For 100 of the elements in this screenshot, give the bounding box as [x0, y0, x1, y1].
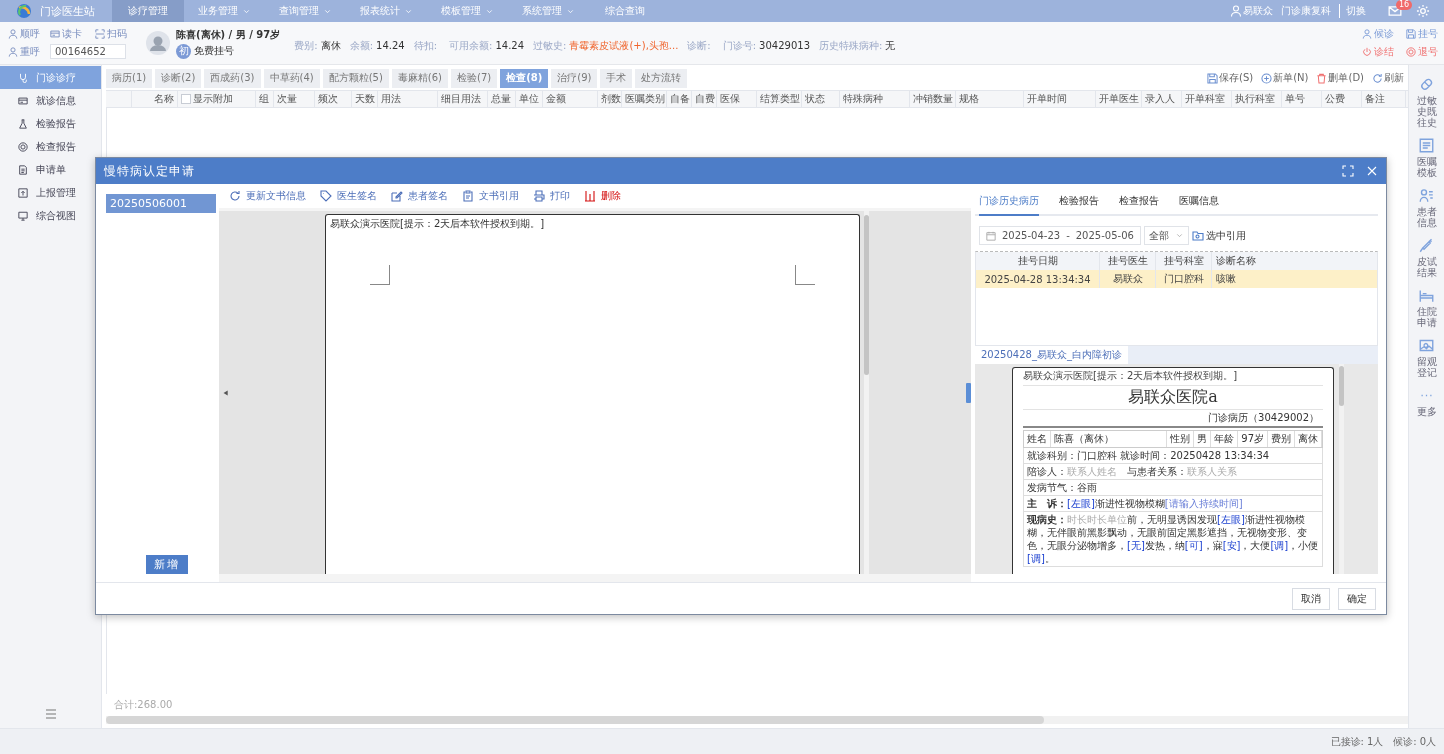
order-action-button[interactable]: 新单(N): [1261, 71, 1309, 85]
quote-button[interactable]: 选中引用: [1191, 228, 1246, 243]
app-title: 门诊医生站: [40, 3, 95, 19]
sidebar-item[interactable]: 检查报告: [0, 135, 101, 158]
save-icon: [1406, 29, 1416, 39]
history-tab[interactable]: 检查报告: [1119, 192, 1159, 216]
menu-icon[interactable]: [44, 708, 57, 720]
card-number-field[interactable]: 00164652: [50, 44, 126, 59]
scrollbar[interactable]: [1339, 364, 1344, 574]
column-header: 用法: [381, 92, 401, 106]
document-toolbar-button[interactable]: 更新文书信息: [229, 189, 306, 203]
order-action-button[interactable]: 删单(D): [1316, 71, 1364, 85]
order-tab[interactable]: 检验(7): [451, 68, 498, 88]
close-button[interactable]: [1366, 165, 1378, 177]
order-action-button[interactable]: 刷新: [1372, 71, 1404, 85]
order-tab[interactable]: 处方流转: [635, 68, 688, 88]
column-header: 自备: [670, 92, 690, 106]
field-label: 可用余额:: [449, 40, 493, 51]
column-header: 频次: [318, 92, 338, 106]
date-range-field[interactable]: 2025-04-23 - 2025-05-06: [979, 226, 1141, 245]
userlist-icon: [1419, 188, 1434, 203]
order-tab[interactable]: 毒麻精(6): [391, 68, 449, 88]
info-cell: 离休: [1295, 431, 1322, 447]
column-header: 单位: [519, 92, 539, 106]
document-toolbar-button[interactable]: 打印: [533, 189, 570, 203]
column-header: 开单医生: [1099, 92, 1139, 106]
filter-select[interactable]: 全部: [1143, 226, 1189, 245]
column-header: 金额: [546, 92, 566, 106]
order-tab[interactable]: 病历(1): [106, 68, 153, 88]
column-header: 医保: [720, 92, 740, 106]
close-icon: [1366, 165, 1378, 177]
side-tool-button[interactable]: 皮试结果: [1416, 238, 1437, 278]
patient-action-button[interactable]: 诊结: [1362, 45, 1394, 59]
table-row[interactable]: 2025-04-28 13:34:34 易联众 门口腔科 咳嗽: [976, 270, 1377, 288]
document-toolbar-button[interactable]: 患者签名: [391, 189, 448, 203]
record-line: 就诊科别：门口腔科 就诊时间：20250428 13:34:34: [1023, 448, 1323, 464]
record-line: 主 诉：[左眼]渐进性视物模糊[请输入持续时间]: [1023, 496, 1323, 512]
history-tab[interactable]: 检验报告: [1059, 192, 1099, 216]
side-tool-button[interactable]: 留观登记: [1416, 338, 1437, 378]
order-tab[interactable]: 西成药(3): [204, 68, 261, 88]
patient-action-button[interactable]: 候诊: [1362, 27, 1394, 41]
table-cell: 易联众: [1100, 270, 1156, 288]
column-header: 特殊病种: [843, 92, 883, 106]
sidebar-item[interactable]: 申请单: [0, 158, 101, 181]
scrollbar[interactable]: [864, 211, 869, 574]
document-toolbar-button[interactable]: 删除: [584, 189, 621, 203]
order-action-button[interactable]: 保存(S): [1207, 71, 1254, 85]
order-tab[interactable]: 手术: [600, 68, 633, 88]
sidebar-item[interactable]: 综合视图: [0, 204, 101, 227]
upload-icon: [18, 187, 28, 198]
monitor-icon: [18, 210, 28, 221]
stethoscope-icon: [18, 72, 28, 83]
sidebar-item[interactable]: 检验报告: [0, 112, 101, 135]
document-tab[interactable]: 20250428_易联众_白内障初诊: [975, 346, 1128, 364]
field-value: 14.24: [495, 40, 525, 51]
checkbox[interactable]: [181, 94, 191, 104]
expand-icon: [1342, 165, 1354, 177]
sidebar-item[interactable]: 上报管理: [0, 181, 101, 204]
column-header: 细目用法: [441, 92, 481, 106]
history-tab[interactable]: 医嘱信息: [1179, 192, 1219, 216]
nav-menu-item[interactable]: 诊疗管理: [112, 0, 184, 22]
gear-icon: [1416, 4, 1430, 18]
toolbar-button[interactable]: 重呼: [8, 44, 44, 59]
order-tab[interactable]: 治疗(9): [551, 68, 598, 88]
column-header: 录入人: [1145, 92, 1175, 106]
history-tab[interactable]: 门诊历史病历: [979, 192, 1039, 216]
user-name: 易联众: [1243, 4, 1273, 18]
sidebar-item[interactable]: 就诊信息: [0, 89, 101, 112]
field-label: 历史特殊病种:: [819, 40, 883, 51]
toolbar-button[interactable]: 读卡: [50, 27, 89, 41]
patient-action-button[interactable]: 挂号: [1406, 27, 1438, 41]
toolbar-button[interactable]: 扫码: [95, 27, 134, 41]
order-tab[interactable]: 配方颗粒(5): [322, 68, 389, 88]
column-header: 医嘱类别: [625, 92, 665, 106]
toolbar-button[interactable]: 顺呼: [8, 27, 44, 41]
resize-handle[interactable]: [966, 382, 971, 403]
document-header: 易联众演示医院[提示：2天后本软件授权到期。]: [1023, 369, 1239, 383]
notification-badge: 16: [1396, 0, 1413, 10]
scrollbar[interactable]: [106, 716, 1408, 724]
document-toolbar-button[interactable]: 医生签名: [320, 189, 377, 203]
side-tool-button[interactable]: 更多: [1416, 388, 1437, 417]
target-icon: [1406, 47, 1416, 57]
add-button[interactable]: 新增: [146, 555, 188, 574]
record-item[interactable]: 20250506001: [106, 194, 216, 213]
dialog-button[interactable]: 确定: [1338, 587, 1376, 610]
order-tab[interactable]: 诊断(2): [155, 68, 202, 88]
patient-action-button[interactable]: 退号: [1406, 45, 1438, 59]
column-header: 名称: [154, 92, 174, 106]
mail-icon: [1388, 4, 1402, 18]
status-value: 1人: [1366, 735, 1384, 747]
maximize-button[interactable]: [1342, 165, 1354, 177]
side-tool-button[interactable]: 医嘱模板: [1416, 138, 1437, 178]
document-toolbar-button[interactable]: 文书引用: [462, 189, 519, 203]
side-tool-button[interactable]: 过敏史既往史: [1416, 77, 1437, 128]
person-icon: [8, 46, 18, 57]
order-tab[interactable]: 中草药(4): [263, 68, 320, 88]
side-tool-button[interactable]: 住院申请: [1416, 288, 1437, 328]
dialog-button[interactable]: 取消: [1292, 587, 1330, 610]
refresh-icon: [229, 190, 241, 202]
side-tool-button[interactable]: 患者信息: [1416, 188, 1437, 228]
